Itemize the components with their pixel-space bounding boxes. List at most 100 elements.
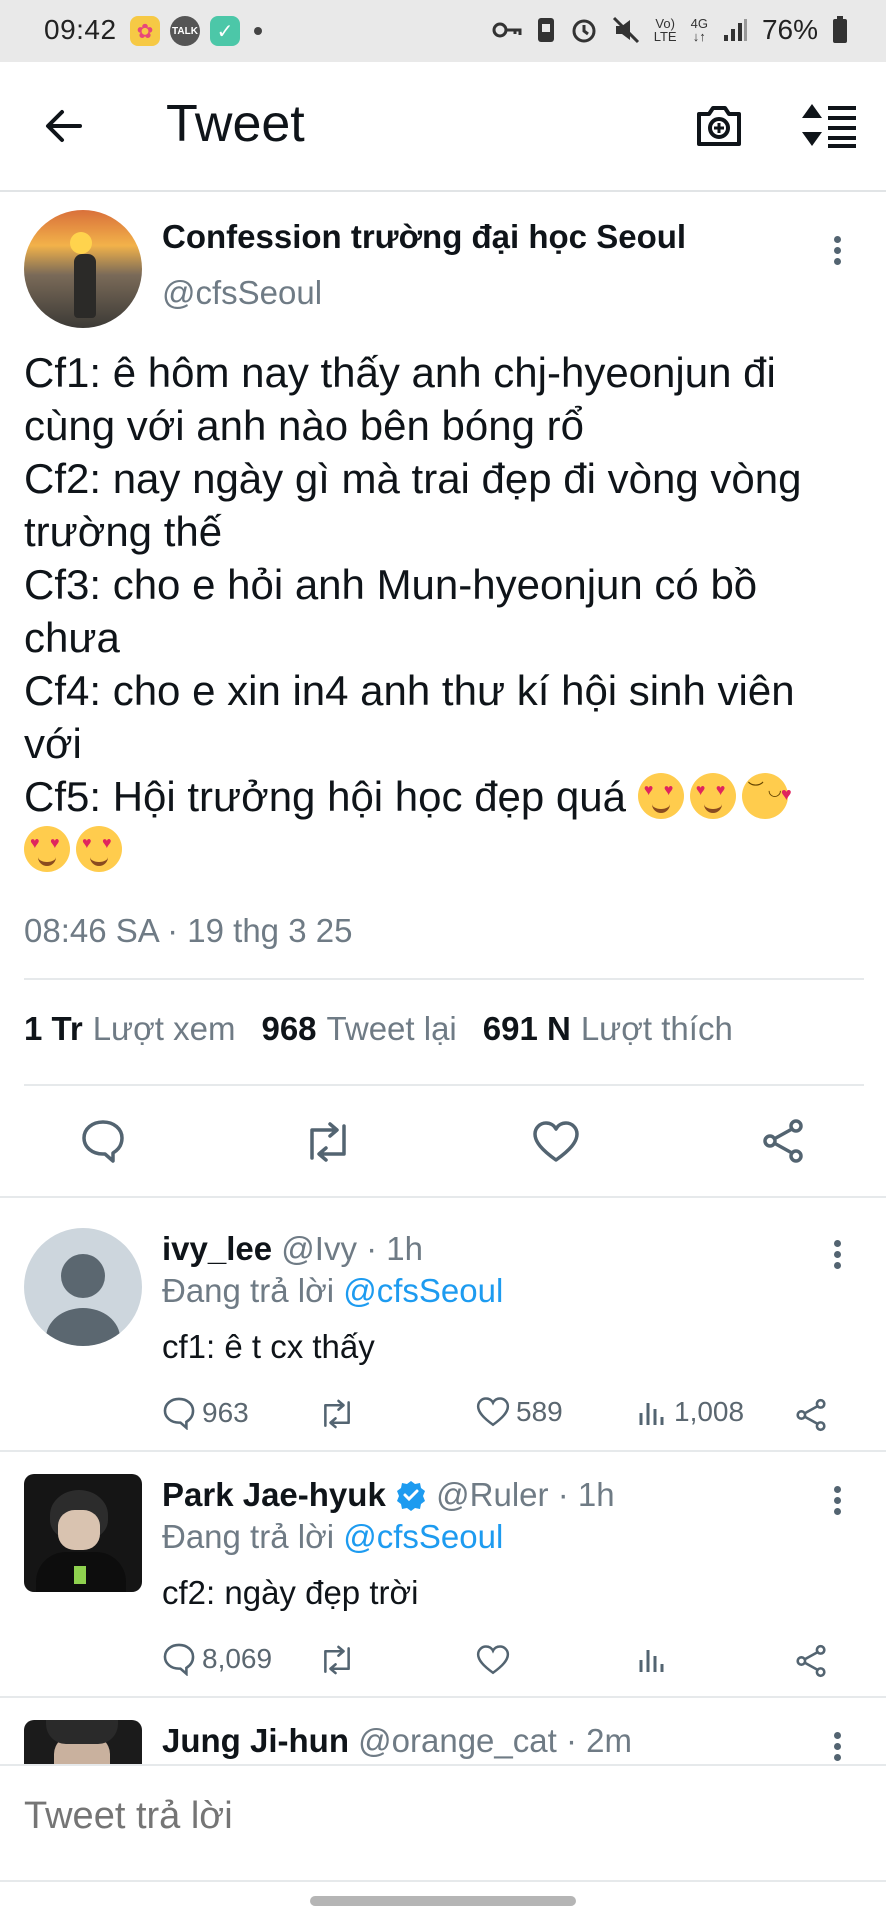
views-count: 1 Tr [24, 1010, 83, 1047]
reply-views-button[interactable]: 1,008 [638, 1396, 744, 1428]
analytics-icon [639, 1403, 664, 1425]
reply-header: ivy_lee @Ivy · 1h [162, 1230, 423, 1268]
reply-like-button[interactable]: 589 [476, 1396, 563, 1428]
replying-to: Đang trả lời @cfsSeoul [162, 1518, 503, 1556]
reply-author-handle[interactable]: @Ruler [436, 1476, 548, 1513]
signal-icon [723, 19, 747, 41]
reply-count: 963 [202, 1397, 249, 1428]
divider [0, 1880, 886, 1882]
divider [0, 1450, 886, 1452]
status-time: 09:42 [44, 14, 117, 45]
share-icon[interactable] [760, 1118, 806, 1164]
heart-eyes-emoji: ♥ ♥ [689, 773, 736, 819]
reply-icon [163, 1397, 195, 1430]
page-title: Tweet [166, 95, 305, 153]
reply-more-icon[interactable] [834, 1482, 842, 1519]
reply-icon[interactable] [80, 1118, 126, 1164]
retweets-label[interactable]: Tweet lại [327, 1010, 457, 1047]
tweet-line-5-wrap: Cf5: Hội trưởng hội học đẹp quá ♥ ♥ ♥ ♥ ︶ ◡ ♥ … [24, 770, 864, 876]
retweet-icon[interactable] [302, 1120, 354, 1164]
reply-avatar[interactable] [24, 1474, 142, 1592]
reply-author-handle[interactable]: @Ivy [281, 1230, 357, 1267]
share-icon[interactable] [794, 1644, 828, 1678]
battery-percent: 76% [761, 14, 818, 45]
save-icon [537, 18, 554, 42]
reply-avatar[interactable] [24, 1720, 142, 1770]
replying-prefix: Đang trả lời [162, 1518, 335, 1555]
reply-avatar[interactable] [24, 1228, 142, 1346]
tweet-more-icon[interactable] [834, 232, 842, 269]
tweet-timestamp: 08:46 SA · 19 thg 3 25 [24, 912, 353, 949]
sort-icon[interactable] [800, 102, 860, 148]
tweet-line-3: Cf3: cho e hỏi anh Mun-hyeonjun có bồ ch… [24, 561, 758, 661]
reply-actions: 8,069 [162, 1642, 862, 1682]
top-app-bar: Tweet [0, 62, 886, 192]
reply-header: Jung Ji-hun @orange_cat · 2m [162, 1722, 632, 1760]
home-indicator[interactable] [310, 1896, 576, 1906]
reply-text: cf1: ê t cx thấy [162, 1328, 375, 1365]
author-avatar[interactable] [24, 210, 142, 328]
replying-to-link[interactable]: @cfsSeoul [343, 1272, 503, 1309]
share-icon[interactable] [794, 1398, 828, 1432]
view-count: 1,008 [674, 1396, 745, 1427]
divider [24, 978, 864, 980]
retweet-icon[interactable] [318, 1398, 356, 1430]
views-label[interactable]: Lượt xem [93, 1010, 236, 1047]
key-icon [492, 22, 522, 38]
check-app-icon: ✓ [210, 16, 240, 46]
reply-time: · 1h [557, 1476, 615, 1513]
reply-time: · 2m [565, 1722, 632, 1759]
tweet-stats: 1 Tr Lượt xem 968 Tweet lại 691 N Lượt thích [24, 1010, 759, 1048]
heart-eyes-emoji: ♥ ♥ [76, 826, 122, 872]
reply-author-name[interactable]: ivy_lee [162, 1230, 272, 1267]
talk-app-icon: TALK [170, 16, 200, 46]
heart-eyes-emoji: ♥ ♥ [637, 773, 684, 819]
reply-reply-button[interactable]: 8,069 [162, 1642, 272, 1676]
divider [24, 1084, 864, 1086]
mute-icon [612, 16, 639, 44]
likes-count: 691 N [482, 1010, 571, 1047]
reply-author-name[interactable]: Jung Ji-hun [162, 1722, 349, 1759]
reply-author-name[interactable]: Park Jae-hyuk [162, 1476, 386, 1513]
like-icon [476, 1397, 510, 1427]
network-4g-indicator: 4G ↓↑ [690, 16, 708, 44]
reply-reply-button[interactable]: 963 [162, 1396, 249, 1430]
like-icon[interactable] [532, 1120, 580, 1164]
volte-indicator: Vo) LTE [653, 16, 677, 44]
replying-to: Đang trả lời @cfsSeoul [162, 1272, 503, 1310]
divider [0, 1696, 886, 1698]
kissing-emoji: ︶ ◡ ♥ [741, 773, 792, 819]
camera-add-icon[interactable] [695, 102, 743, 148]
reply-actions: 963 589 1,008 [162, 1396, 862, 1436]
tweet-line-4: Cf4: cho e xin in4 anh thư kí hội sinh v… [24, 667, 795, 767]
notification-icons: ✿ TALK ✓ [130, 16, 262, 46]
more-notifications-dot [254, 27, 262, 35]
reply-count: 8,069 [202, 1643, 273, 1674]
tweet-line-5: Cf5: Hội trưởng hội học đẹp quá [24, 773, 627, 820]
reply-author-handle[interactable]: @orange_cat [358, 1722, 557, 1759]
reply-header: Park Jae-hyuk @Ruler · 1h [162, 1476, 615, 1514]
reply-icon [163, 1643, 195, 1676]
like-icon[interactable] [476, 1644, 510, 1676]
like-count: 589 [516, 1396, 563, 1427]
author-name[interactable]: Confession trường đại học Seoul [162, 218, 686, 256]
reply-input[interactable] [22, 1794, 826, 1839]
analytics-icon[interactable] [638, 1644, 668, 1674]
retweet-icon[interactable] [318, 1644, 356, 1676]
reply-text: cf2: ngày đẹp trời [162, 1574, 419, 1611]
battery-icon [833, 16, 847, 43]
retweets-count: 968 [261, 1010, 317, 1047]
verified-badge-icon [396, 1481, 425, 1511]
tweet-line-1: Cf1: ê hôm nay thấy anh chj-hyeonjun đi … [24, 349, 776, 449]
flower-app-icon: ✿ [130, 16, 160, 46]
alarm-icon [572, 19, 596, 43]
divider [0, 1196, 886, 1198]
author-handle[interactable]: @cfsSeoul [162, 274, 322, 312]
status-right: Vo) LTE 4G ↓↑ 76% [492, 14, 848, 46]
back-arrow-icon[interactable] [44, 106, 84, 146]
tweet-line-2: Cf2: nay ngày gì mà trai đẹp đi vòng vòn… [24, 455, 802, 555]
replying-to-link[interactable]: @cfsSeoul [343, 1518, 503, 1555]
reply-more-icon[interactable] [834, 1236, 842, 1273]
reply-more-icon[interactable] [834, 1728, 842, 1765]
likes-label[interactable]: Lượt thích [581, 1010, 733, 1047]
